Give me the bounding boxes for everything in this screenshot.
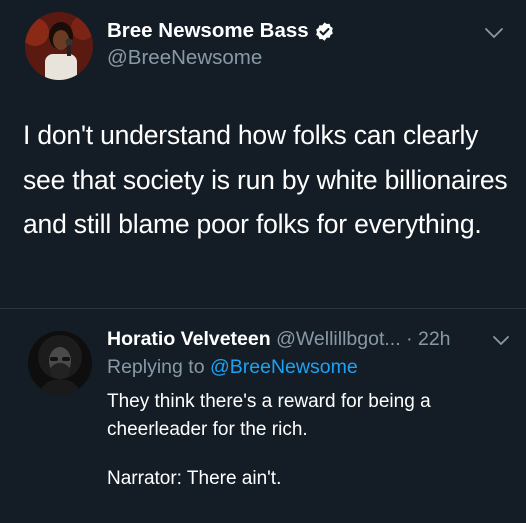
reply-tweet: Horatio Velveteen @Wellillbgot... · 22h … — [0, 309, 526, 523]
replying-to: Replying to @BreeNewsome — [107, 356, 358, 379]
author-handle[interactable]: @BreeNewsome — [107, 46, 262, 70]
author-avatar[interactable] — [25, 12, 93, 80]
author-name[interactable]: Bree Newsome Bass — [107, 19, 309, 43]
replying-to-label: Replying to — [107, 356, 205, 378]
replying-to-handle[interactable]: @BreeNewsome — [210, 356, 358, 378]
chevron-down-icon[interactable] — [484, 26, 504, 45]
reply-text: They think there's a reward for being a … — [107, 388, 507, 493]
reply-author-handle[interactable]: @Wellillbgot... — [276, 328, 401, 350]
main-tweet: Bree Newsome Bass @BreeNewsome I don't u… — [0, 0, 526, 308]
reply-author-name[interactable]: Horatio Velveteen — [107, 328, 271, 350]
reply-time[interactable]: 22h — [418, 328, 451, 350]
reply-text-line1: They think there's a reward for being a … — [107, 391, 431, 440]
reply-text-line2: Narrator: There ain't. — [107, 468, 282, 489]
reply-author-avatar[interactable] — [28, 331, 92, 395]
tweet-text: I don't understand how folks can clearly… — [23, 120, 508, 239]
separator: · — [406, 328, 413, 350]
verified-badge-icon — [314, 21, 335, 47]
reply-chevron-down-icon[interactable] — [492, 333, 510, 351]
reply-header: Horatio Velveteen @Wellillbgot... · 22h — [107, 328, 451, 351]
